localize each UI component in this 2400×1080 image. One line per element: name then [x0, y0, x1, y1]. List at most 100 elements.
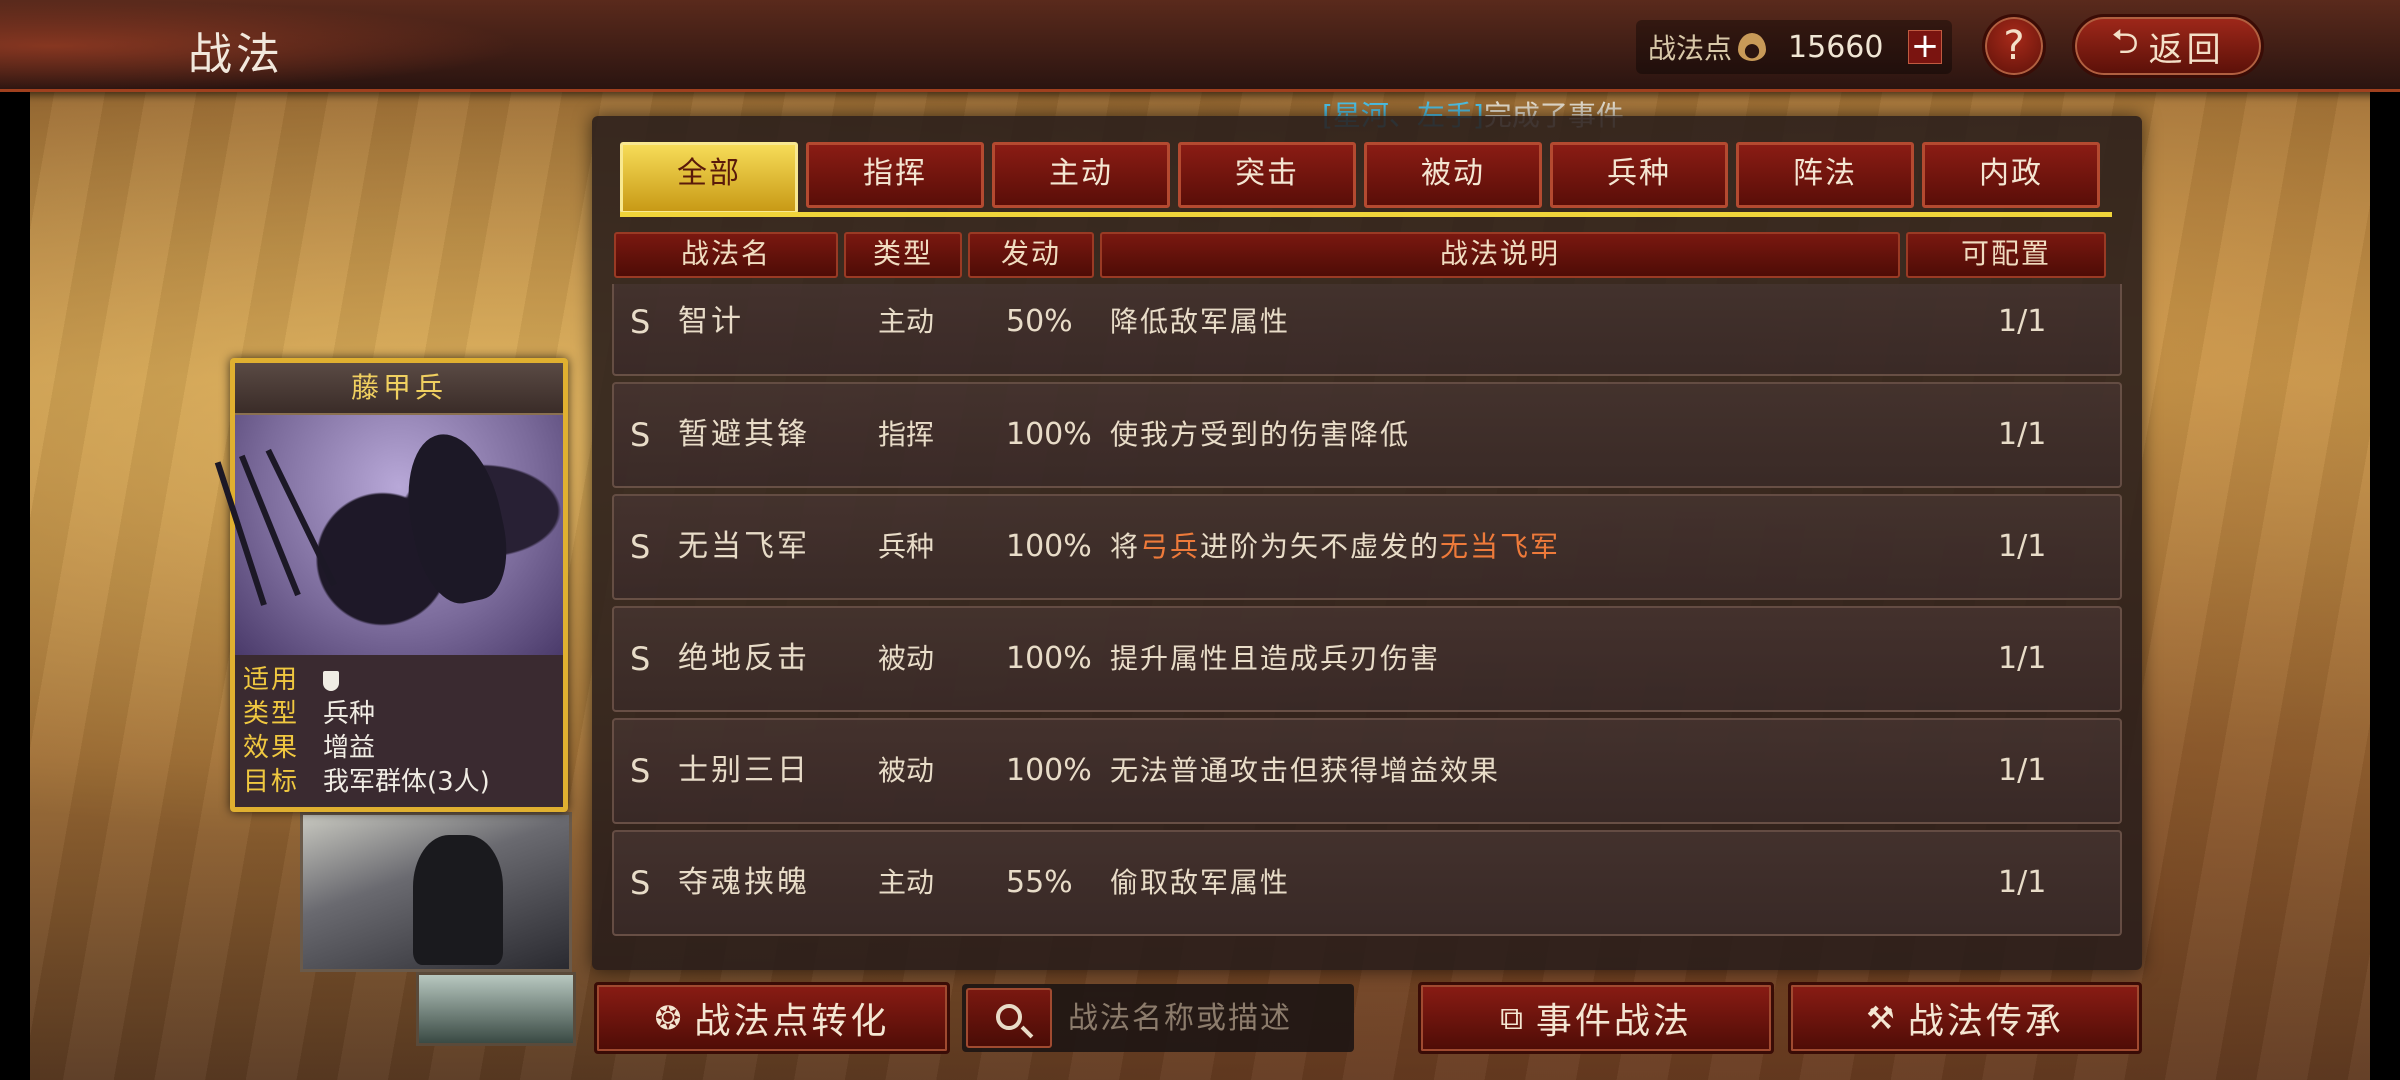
unit-card[interactable]: 藤甲兵 适用 类型 兵种 效果 增益 目标 我军群体(3人)	[214, 358, 568, 812]
search-button[interactable]	[966, 988, 1052, 1048]
tab-troop[interactable]: 兵种	[1550, 142, 1728, 208]
unit-card-thumbnail[interactable]	[300, 812, 572, 972]
tactic-rate: 100%	[1006, 753, 1092, 788]
tab-formation[interactable]: 阵法	[1736, 142, 1914, 208]
tactic-desc: 使我方受到的伤害降低	[1110, 418, 1411, 451]
info-value: 增益	[323, 733, 376, 763]
tactic-rate: 100%	[1006, 529, 1092, 564]
table-row[interactable]: S 暂避其锋 指挥 100% 使我方受到的伤害降低 1/1	[612, 382, 2122, 488]
desc-highlight: 无当飞军	[1440, 530, 1561, 563]
tab-command[interactable]: 指挥	[806, 142, 984, 208]
info-target: 目标 我军群体(3人)	[243, 765, 563, 799]
unit-card-title: 藤甲兵	[235, 363, 563, 415]
table-row[interactable]: S 夺魂挟魄 主动 55% 偷取敌军属性 1/1	[612, 830, 2122, 936]
info-applicable: 适用	[243, 663, 563, 697]
tab-active[interactable]: 主动	[992, 142, 1170, 208]
tactic-name: 暂避其锋	[678, 417, 810, 452]
tactic-rate: 100%	[1006, 641, 1092, 676]
convert-points-button[interactable]: ❂ 战法点转化	[594, 982, 950, 1054]
tactic-name: 无当飞军	[678, 529, 810, 564]
shield-icon	[323, 670, 339, 691]
tactic-rate: 100%	[1006, 417, 1092, 452]
table-row[interactable]: S 智计 主动 50% 降低敌军属性 1/1	[612, 284, 2122, 376]
rank-label: S	[630, 752, 651, 790]
tactic-points-box: 战法点 15660 +	[1636, 20, 1952, 74]
tactic-rate: 55%	[1006, 865, 1073, 900]
info-type: 类型 兵种	[243, 697, 563, 731]
header-type[interactable]: 类型	[844, 232, 962, 278]
back-label: 返回	[2148, 29, 2225, 70]
info-key: 适用	[243, 665, 300, 695]
flame-icon: ❂	[654, 999, 685, 1037]
convert-label: 战法点转化	[694, 1001, 890, 1042]
tactic-config: 1/1	[1998, 529, 2047, 564]
rank-label: S	[630, 416, 651, 454]
rank-label: S	[630, 864, 651, 902]
search-input[interactable]	[1068, 992, 1348, 1044]
tactic-type: 主动	[878, 305, 935, 338]
table-row[interactable]: S 绝地反击 被动 100% 提升属性且造成兵刃伤害 1/1	[612, 606, 2122, 712]
tactics-list[interactable]: S 智计 主动 50% 降低敌军属性 1/1 S 暂避其锋 指挥 100% 使我…	[612, 284, 2122, 956]
flame-icon	[1738, 33, 1767, 61]
info-key: 目标	[243, 767, 300, 797]
points-label: 战法点	[1648, 32, 1733, 65]
spear-silhouette	[265, 448, 337, 587]
spear-silhouette	[239, 454, 301, 597]
header-rate[interactable]: 发动	[968, 232, 1094, 278]
tab-all[interactable]: 全部	[620, 142, 798, 214]
tactic-desc: 偷取敌军属性	[1110, 866, 1291, 899]
add-points-button[interactable]: +	[1908, 29, 1942, 64]
tactic-config: 1/1	[1998, 641, 2047, 676]
table-row[interactable]: S 士别三日 被动 100% 无法普通攻击但获得增益效果 1/1	[612, 718, 2122, 824]
tactic-type: 主动	[878, 866, 935, 899]
desc-highlight: 弓兵	[1140, 530, 1201, 563]
back-button[interactable]: ⮌ 返回	[2072, 14, 2264, 78]
back-arrow-icon: ⮌	[2111, 21, 2143, 62]
tab-bar: 全部 指挥 主动 突击 被动 兵种 阵法 内政	[620, 142, 2112, 214]
tactic-type: 被动	[878, 642, 935, 675]
search-box	[962, 984, 1354, 1052]
tactic-name: 夺魂挟魄	[678, 865, 810, 900]
tactic-name: 士别三日	[678, 753, 810, 788]
unit-card-thumbnail[interactable]	[416, 972, 576, 1046]
unit-artwork	[214, 415, 563, 655]
tactic-config: 1/1	[1998, 304, 2047, 339]
help-button[interactable]: ?	[1982, 14, 2046, 78]
tactic-name: 绝地反击	[678, 641, 810, 676]
tactic-desc: 降低敌军属性	[1110, 305, 1291, 338]
points-value: 15660	[1788, 29, 1884, 65]
tactic-desc: 无法普通攻击但获得增益效果	[1110, 754, 1501, 787]
info-key: 效果	[243, 733, 300, 763]
tactic-type: 兵种	[878, 530, 935, 563]
tab-passive[interactable]: 被动	[1364, 142, 1542, 208]
tab-assault[interactable]: 突击	[1178, 142, 1356, 208]
desc-part: 将	[1110, 530, 1141, 563]
info-value: 我军群体(3人)	[323, 767, 490, 797]
hammer-icon: ⚒	[1866, 999, 1898, 1037]
tactics-panel: 全部 指挥 主动 突击 被动 兵种 阵法 内政 战法名 类型 发动 战法说明 可…	[592, 116, 2142, 970]
inherit-label: 战法传承	[1907, 1001, 2064, 1042]
top-bar: 战法 战法点 15660 + ? ⮌ 返回	[0, 0, 2400, 92]
header-desc: 战法说明	[1100, 232, 1900, 278]
page-title: 战法	[188, 29, 284, 80]
tactic-config: 1/1	[1998, 753, 2047, 788]
event-book-icon: ⧉	[1500, 998, 1526, 1037]
header-name[interactable]: 战法名	[614, 232, 838, 278]
search-icon	[996, 1004, 1022, 1030]
table-header: 战法名 类型 发动 战法说明 可配置	[614, 232, 2118, 278]
tab-domestic[interactable]: 内政	[1922, 142, 2100, 208]
event-label: 事件战法	[1535, 1001, 1692, 1042]
tactic-desc: 提升属性且造成兵刃伤害	[1110, 642, 1441, 675]
tactic-name: 智计	[678, 304, 744, 339]
info-value: 兵种	[323, 699, 376, 729]
header-config[interactable]: 可配置	[1906, 232, 2106, 278]
shield-silhouette	[394, 425, 518, 611]
tactic-config: 1/1	[1998, 417, 2047, 452]
tactic-type: 被动	[878, 754, 935, 787]
tactic-rate: 50%	[1006, 304, 1073, 339]
table-row[interactable]: S 无当飞军 兵种 100% 将弓兵进阶为矢不虚发的无当飞军 1/1	[612, 494, 2122, 600]
event-tactics-button[interactable]: ⧉ 事件战法	[1418, 982, 1774, 1054]
tab-underline	[620, 212, 2112, 217]
info-effect: 效果 增益	[243, 731, 563, 765]
inherit-tactics-button[interactable]: ⚒ 战法传承	[1788, 982, 2142, 1054]
